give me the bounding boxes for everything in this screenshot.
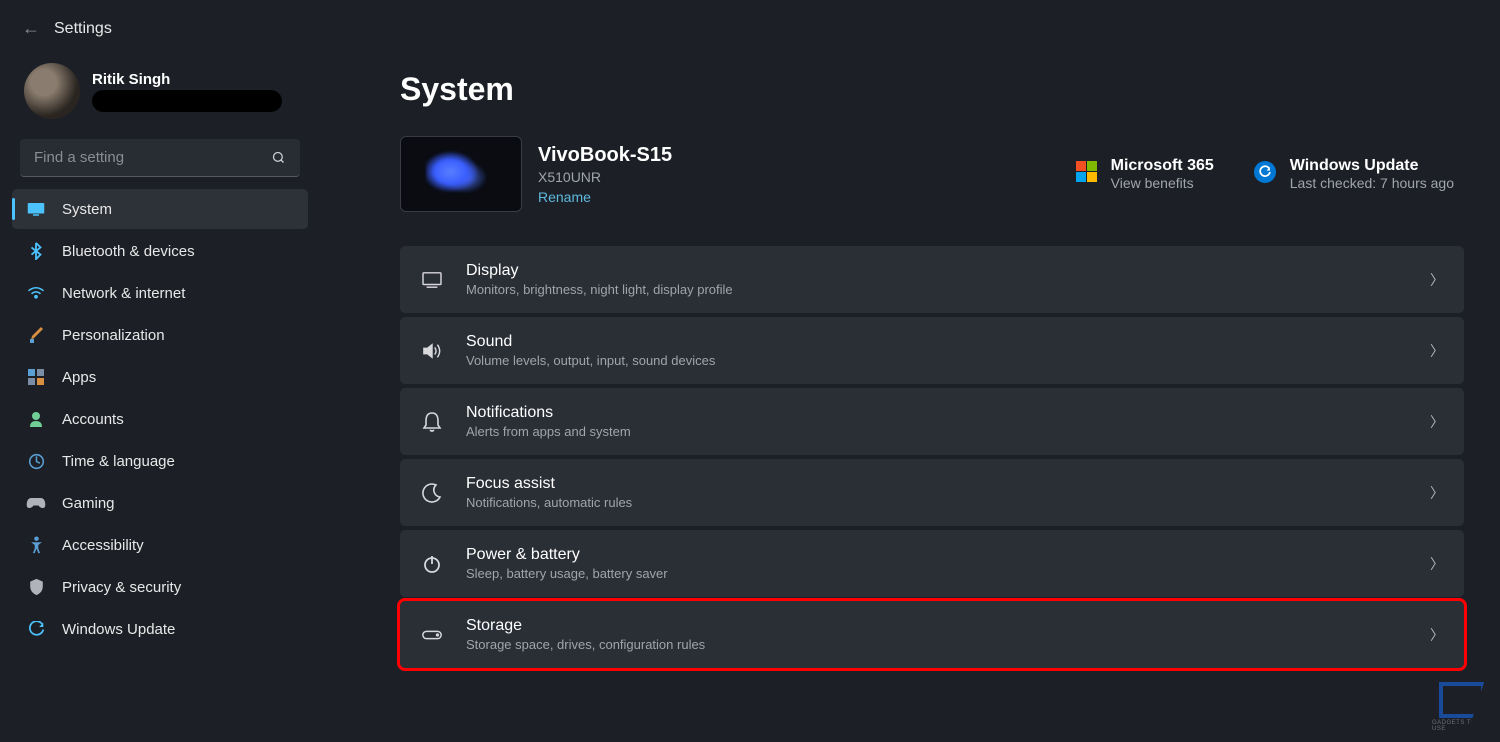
gamepad-icon (26, 493, 46, 513)
chevron-right-icon: 〉 (1430, 270, 1444, 290)
page-title: System (400, 71, 1464, 108)
sidebar-item-personalization[interactable]: Personalization (12, 315, 308, 355)
search-box[interactable] (20, 139, 300, 177)
sidebar-item-privacy[interactable]: Privacy & security (12, 567, 308, 607)
wallpaper-preview (426, 147, 496, 202)
sidebar: Ritik Singh System Bluetooth & device (0, 47, 320, 742)
globe-clock-icon (26, 451, 46, 471)
card-title: Microsoft 365 (1111, 157, 1214, 175)
search-input[interactable] (34, 149, 271, 166)
sidebar-item-apps[interactable]: Apps (12, 357, 308, 397)
accessibility-icon (26, 535, 46, 555)
display-icon (26, 199, 46, 219)
chevron-right-icon: 〉 (1430, 625, 1444, 645)
avatar (24, 63, 80, 119)
chevron-right-icon: 〉 (1430, 554, 1444, 574)
card-sub: View benefits (1111, 175, 1214, 191)
settings-list: Display Monitors, brightness, night ligh… (400, 246, 1464, 668)
setting-desc: Volume levels, output, input, sound devi… (466, 353, 1408, 368)
storage-icon (420, 629, 444, 641)
setting-desc: Sleep, battery usage, battery saver (466, 566, 1408, 581)
setting-power[interactable]: Power & battery Sleep, battery usage, ba… (400, 530, 1464, 597)
content-area: System VivoBook-S15 X510UNR Rename Micro… (320, 47, 1500, 742)
sidebar-item-accessibility[interactable]: Accessibility (12, 525, 308, 565)
sidebar-item-windows-update[interactable]: Windows Update (12, 609, 308, 649)
bell-icon (420, 411, 444, 433)
app-title: Settings (54, 20, 112, 38)
setting-desc: Alerts from apps and system (466, 424, 1408, 439)
sound-icon (420, 342, 444, 360)
chevron-right-icon: 〉 (1430, 412, 1444, 432)
bluetooth-icon (26, 241, 46, 261)
setting-notifications[interactable]: Notifications Alerts from apps and syste… (400, 388, 1464, 455)
watermark: GADGETS TO USE (1432, 682, 1492, 732)
sidebar-item-gaming[interactable]: Gaming (12, 483, 308, 523)
setting-focus-assist[interactable]: Focus assist Notifications, automatic ru… (400, 459, 1464, 526)
chevron-right-icon: 〉 (1430, 483, 1444, 503)
sidebar-item-label: Gaming (62, 495, 115, 512)
windows-update-card[interactable]: Windows Update Last checked: 7 hours ago (1254, 157, 1454, 191)
main-container: Ritik Singh System Bluetooth & device (0, 47, 1500, 742)
person-icon (26, 409, 46, 429)
setting-storage[interactable]: Storage Storage space, drives, configura… (400, 601, 1464, 668)
setting-title: Sound (466, 333, 1408, 351)
setting-desc: Notifications, automatic rules (466, 495, 1408, 510)
card-sub: Last checked: 7 hours ago (1290, 175, 1454, 191)
sidebar-item-label: Accounts (62, 411, 124, 428)
back-button[interactable]: ← (22, 18, 40, 39)
sidebar-item-label: Windows Update (62, 621, 175, 638)
setting-title: Display (466, 262, 1408, 280)
setting-display[interactable]: Display Monitors, brightness, night ligh… (400, 246, 1464, 313)
device-name: VivoBook-S15 (538, 144, 672, 167)
setting-title: Focus assist (466, 475, 1408, 493)
sidebar-item-label: Accessibility (62, 537, 144, 554)
setting-title: Power & battery (466, 546, 1408, 564)
update-icon (26, 619, 46, 639)
title-bar: ← Settings (0, 0, 1500, 47)
setting-desc: Storage space, drives, configuration rul… (466, 637, 1408, 652)
microsoft-365-icon (1076, 161, 1097, 182)
setting-title: Notifications (466, 404, 1408, 422)
user-email-redacted (92, 90, 282, 112)
wifi-icon (26, 283, 46, 303)
sidebar-item-label: Personalization (62, 327, 165, 344)
display-icon (420, 271, 444, 289)
user-name: Ritik Singh (92, 71, 282, 88)
sidebar-item-label: Network & internet (62, 285, 185, 302)
setting-desc: Monitors, brightness, night light, displ… (466, 282, 1408, 297)
sidebar-item-label: Bluetooth & devices (62, 243, 195, 260)
sidebar-item-network[interactable]: Network & internet (12, 273, 308, 313)
shield-icon (26, 577, 46, 597)
sidebar-item-bluetooth[interactable]: Bluetooth & devices (12, 231, 308, 271)
sidebar-item-label: Apps (62, 369, 96, 386)
device-thumbnail[interactable] (400, 136, 522, 212)
sidebar-item-label: System (62, 201, 112, 218)
nav-list: System Bluetooth & devices Network & int… (12, 189, 308, 649)
user-section[interactable]: Ritik Singh (12, 59, 308, 135)
power-icon (420, 554, 444, 574)
sidebar-item-label: Time & language (62, 453, 175, 470)
windows-update-icon (1254, 161, 1276, 183)
card-title: Windows Update (1290, 157, 1454, 175)
moon-icon (420, 483, 444, 503)
apps-icon (26, 367, 46, 387)
device-header: VivoBook-S15 X510UNR Rename Microsoft 36… (400, 136, 1464, 212)
setting-sound[interactable]: Sound Volume levels, output, input, soun… (400, 317, 1464, 384)
search-icon (271, 150, 286, 165)
device-model: X510UNR (538, 169, 672, 185)
sidebar-item-label: Privacy & security (62, 579, 181, 596)
sidebar-item-system[interactable]: System (12, 189, 308, 229)
paintbrush-icon (26, 325, 46, 345)
ms365-card[interactable]: Microsoft 365 View benefits (1076, 157, 1214, 191)
sidebar-item-time[interactable]: Time & language (12, 441, 308, 481)
chevron-right-icon: 〉 (1430, 341, 1444, 361)
setting-title: Storage (466, 617, 1408, 635)
sidebar-item-accounts[interactable]: Accounts (12, 399, 308, 439)
rename-link[interactable]: Rename (538, 189, 672, 205)
